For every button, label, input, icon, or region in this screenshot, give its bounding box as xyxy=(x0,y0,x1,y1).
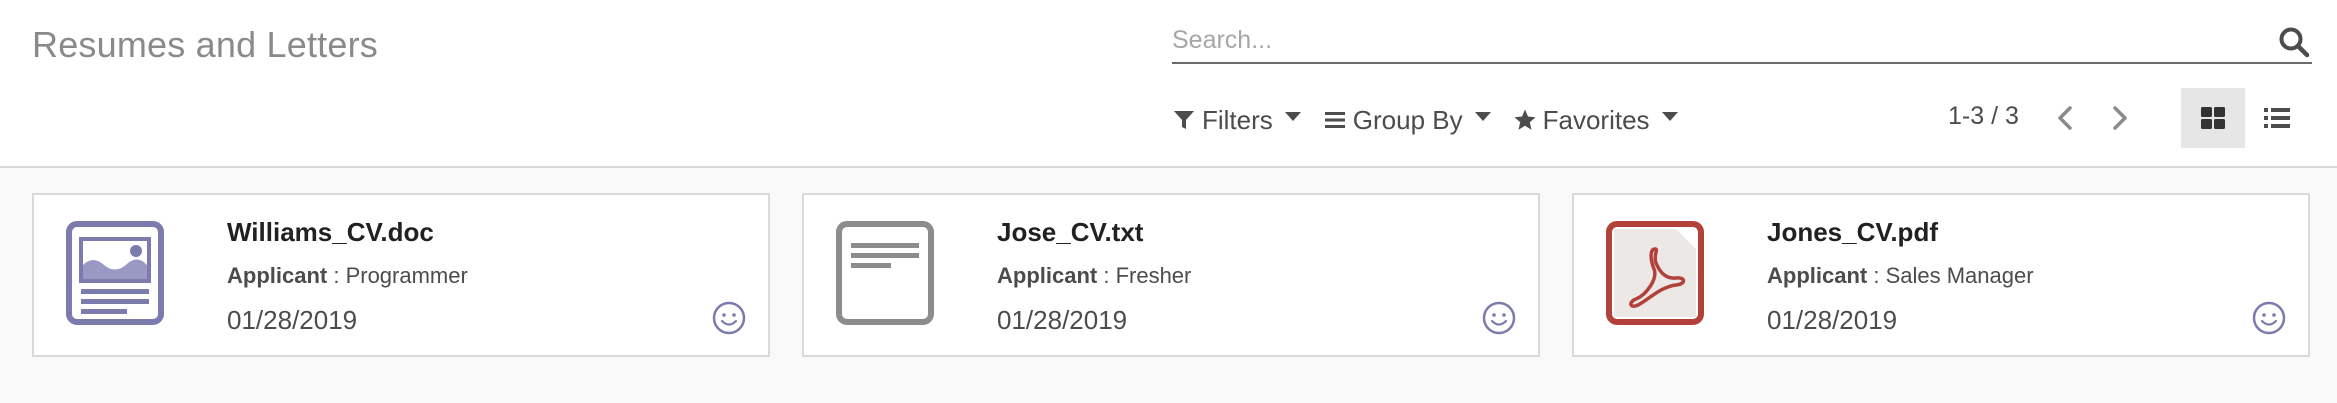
kanban-card[interactable]: Jose_CV.txt Applicant : Fresher 01/28/20… xyxy=(802,193,1540,357)
search-bar xyxy=(1172,20,2312,64)
search-input[interactable] xyxy=(1172,20,2252,60)
star-icon xyxy=(1514,109,1536,130)
chevron-down-icon xyxy=(1284,111,1301,121)
applicant-line: Applicant : Sales Manager xyxy=(1767,263,2034,289)
search-icon[interactable] xyxy=(2278,26,2310,58)
kanban-grid-icon xyxy=(2201,107,2225,129)
applicant-label: Applicant xyxy=(997,263,1098,288)
smiley-icon xyxy=(712,301,746,335)
applicant-value: : Sales Manager xyxy=(1867,263,2034,288)
chevron-down-icon xyxy=(1474,111,1491,121)
control-panel: Resumes and Letters Filters Group By xyxy=(0,0,2337,168)
smiley-icon xyxy=(2252,301,2286,335)
applicant-line: Applicant : Fresher xyxy=(997,263,1191,289)
attachment-date: 01/28/2019 xyxy=(1767,305,1898,335)
kanban-view-button[interactable] xyxy=(2181,88,2245,148)
attachment-date: 01/28/2019 xyxy=(227,305,358,335)
attachment-date: 01/28/2019 xyxy=(997,305,1128,335)
list-view-button[interactable] xyxy=(2245,88,2309,148)
pdf-file-icon xyxy=(1606,221,1704,325)
applicant-value: : Programmer xyxy=(327,263,468,288)
bars-icon xyxy=(1324,112,1345,128)
chevron-left-icon[interactable] xyxy=(2050,100,2080,136)
page-title[interactable]: Resumes and Letters xyxy=(32,24,378,66)
list-icon xyxy=(2264,108,2290,128)
kanban-card[interactable]: Williams_CV.doc Applicant : Programmer 0… xyxy=(32,193,770,357)
applicant-label: Applicant xyxy=(227,263,328,288)
favorites-button[interactable]: Favorites xyxy=(1513,105,1678,136)
attachment-name: Williams_CV.doc xyxy=(227,217,434,247)
applicant-line: Applicant : Programmer xyxy=(227,263,468,289)
attachment-name: Jose_CV.txt xyxy=(997,217,1144,247)
filters-button[interactable]: Filters xyxy=(1172,105,1301,136)
applicant-value: : Fresher xyxy=(1097,263,1192,288)
kanban-card[interactable]: Jones_CV.pdf Applicant : Sales Manager 0… xyxy=(1572,193,2310,357)
chevron-right-icon[interactable] xyxy=(2105,100,2135,136)
document-image-icon xyxy=(66,221,164,325)
favorites-label: Favorites xyxy=(1542,104,1650,135)
chevron-down-icon xyxy=(1661,111,1678,121)
applicant-label: Applicant xyxy=(1767,263,1868,288)
filters-label: Filters xyxy=(1202,104,1273,135)
smiley-icon xyxy=(1482,301,1516,335)
text-file-icon xyxy=(836,221,934,325)
filter-icon xyxy=(1174,111,1194,129)
attachment-name: Jones_CV.pdf xyxy=(1767,217,1938,247)
group-by-button[interactable]: Group By xyxy=(1323,105,1491,136)
search-options: Filters Group By Favorites xyxy=(1172,100,1700,140)
group-by-label: Group By xyxy=(1352,104,1463,135)
pager-value[interactable]: 1-3 / 3 xyxy=(1948,102,2019,131)
